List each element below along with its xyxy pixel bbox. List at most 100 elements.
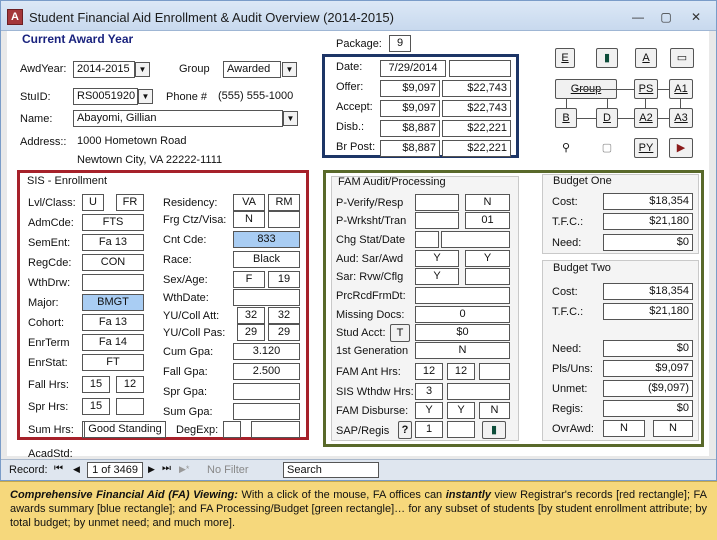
firstgen-field[interactable]: N [415, 342, 510, 359]
package-field[interactable]: 9 [389, 35, 411, 52]
b1-need-field[interactable]: $0 [603, 234, 693, 251]
clear-filter-icon[interactable]: ▢ [596, 138, 618, 158]
accept-field-2[interactable]: $22,743 [442, 100, 511, 117]
chevron-down-icon[interactable]: ▼ [282, 62, 297, 77]
famdisb-field-3[interactable]: N [479, 402, 510, 419]
b2-cost-field[interactable]: $18,354 [603, 283, 693, 300]
new-record-icon[interactable]: ▶* [179, 464, 189, 475]
famant-field-2[interactable]: 12 [447, 363, 475, 380]
stuid-select[interactable]: RS0051920 [73, 88, 138, 105]
lvl-field[interactable]: U [82, 194, 104, 211]
pverify-field-2[interactable]: N [465, 194, 510, 211]
b2-need-field[interactable]: $0 [603, 340, 693, 357]
cohort-field[interactable]: Fa 13 [82, 314, 144, 331]
wthdate-field[interactable] [233, 289, 300, 306]
award-date-field[interactable]: 7/29/2014 [380, 60, 446, 77]
a-button[interactable]: A [635, 48, 657, 68]
studacct-field[interactable]: $0 [415, 324, 510, 341]
close-icon[interactable]: ✕ [686, 9, 706, 25]
sprgpa-field[interactable] [233, 383, 300, 400]
prcrcd-field[interactable] [415, 287, 510, 304]
fallgpa-field[interactable]: 2.500 [233, 363, 300, 380]
current-record-field[interactable]: 1 of 3469 [87, 462, 143, 478]
sex-field[interactable]: F [233, 271, 265, 288]
major-field[interactable]: BMGT [82, 294, 144, 311]
accept-field-1[interactable]: $9,097 [380, 100, 440, 117]
pwrksht-field-2[interactable]: 01 [465, 212, 510, 229]
last-record-icon[interactable]: ⏭ [162, 463, 171, 474]
age-field[interactable]: 19 [268, 271, 300, 288]
chevron-down-icon[interactable]: ▼ [283, 111, 298, 126]
sar-field-1[interactable]: Y [415, 268, 459, 285]
ovrawd-field-1[interactable]: N [603, 420, 645, 437]
missing-docs-field[interactable]: 0 [415, 306, 510, 323]
disb-field-1[interactable]: $8,887 [380, 120, 440, 137]
fallhrs-field-1[interactable]: 15 [82, 376, 110, 393]
b-button[interactable]: B [555, 108, 577, 128]
coll-att-field-1[interactable]: 32 [237, 307, 265, 324]
residency-field-1[interactable]: VA [233, 194, 265, 211]
brpost-field-2[interactable]: $22,221 [442, 140, 511, 157]
frgctz-field[interactable]: N [233, 211, 265, 228]
frgctz-field-2[interactable] [268, 211, 300, 228]
chevron-down-icon[interactable]: ▼ [135, 62, 150, 77]
b1-cost-field[interactable]: $18,354 [603, 193, 693, 210]
previous-record-icon[interactable]: ◀ [73, 464, 80, 475]
race-field[interactable]: Black [233, 251, 300, 268]
ps-button[interactable]: PS [634, 79, 658, 99]
famdisb-field-1[interactable]: Y [415, 402, 443, 419]
fallhrs-field-2[interactable]: 12 [116, 376, 144, 393]
sprhrs-field-1[interactable]: 15 [82, 398, 110, 415]
award-date-field-2[interactable] [449, 60, 511, 77]
class-field[interactable]: FR [116, 194, 144, 211]
no-filter-button[interactable]: No Filter [207, 464, 249, 476]
card-icon[interactable]: ▭ [670, 48, 694, 68]
chevron-down-icon[interactable]: ▼ [138, 89, 153, 104]
siswthdw-field[interactable]: 3 [415, 383, 443, 400]
a3-button[interactable]: A3 [669, 108, 693, 128]
chgstat-field-1[interactable] [415, 231, 439, 248]
address-line2[interactable]: Newtown City, VA 22222-1111 [73, 152, 298, 169]
pverify-field-1[interactable] [415, 194, 459, 211]
search-input[interactable]: Search [283, 462, 379, 478]
plsuns-field[interactable]: $9,097 [603, 360, 693, 377]
book-icon[interactable]: ▮ [482, 421, 506, 439]
book-icon[interactable]: ▮ [596, 48, 618, 68]
e-button[interactable]: E [555, 48, 575, 68]
coll-att-field-2[interactable]: 32 [268, 307, 300, 324]
enrterm-field[interactable]: Fa 14 [82, 334, 144, 351]
wthdrw-field[interactable] [82, 274, 144, 291]
sement-field[interactable]: Fa 13 [82, 234, 144, 251]
coll-pas-field-2[interactable]: 29 [268, 324, 300, 341]
name-select[interactable]: Abayomi, Gillian [73, 110, 283, 127]
ovrawd-field-2[interactable]: N [653, 420, 693, 437]
address-line1[interactable]: 1000 Hometown Road [73, 133, 298, 150]
sar-field-2[interactable] [465, 268, 510, 285]
famant-field-1[interactable]: 12 [415, 363, 443, 380]
offer-field-1[interactable]: $9,097 [380, 80, 440, 97]
awdyear-select[interactable]: 2014-2015 [73, 61, 135, 78]
degexp-field-1[interactable] [223, 421, 241, 438]
aud-field-1[interactable]: Y [415, 250, 459, 267]
filter-icon[interactable]: ⚲ [555, 138, 577, 158]
b1-tfc-field[interactable]: $21,180 [603, 213, 693, 230]
chgstat-field-2[interactable] [441, 231, 510, 248]
admcde-field[interactable]: FTS [82, 214, 144, 231]
siswthdw-field-2[interactable] [447, 383, 510, 400]
degexp-field-2[interactable] [251, 421, 300, 438]
sap-field-2[interactable] [447, 421, 475, 438]
sap-field[interactable]: 1 [415, 421, 443, 438]
a2-button[interactable]: A2 [634, 108, 658, 128]
enrstat-field[interactable]: FT [82, 354, 144, 371]
coll-pas-field-1[interactable]: 29 [237, 324, 265, 341]
famdisb-field-2[interactable]: Y [447, 402, 475, 419]
a1-button[interactable]: A1 [669, 79, 693, 99]
py-button[interactable]: PY [634, 138, 658, 158]
residency-field-2[interactable]: RM [268, 194, 300, 211]
phone-field[interactable]: (555) 555-1000 [214, 88, 298, 105]
disb-field-2[interactable]: $22,221 [442, 120, 511, 137]
famant-field-3[interactable] [479, 363, 510, 380]
restore-icon[interactable]: ▢ [656, 9, 676, 25]
cumgpa-field[interactable]: 3.120 [233, 343, 300, 360]
exit-door-icon[interactable]: ▶ [669, 138, 693, 158]
